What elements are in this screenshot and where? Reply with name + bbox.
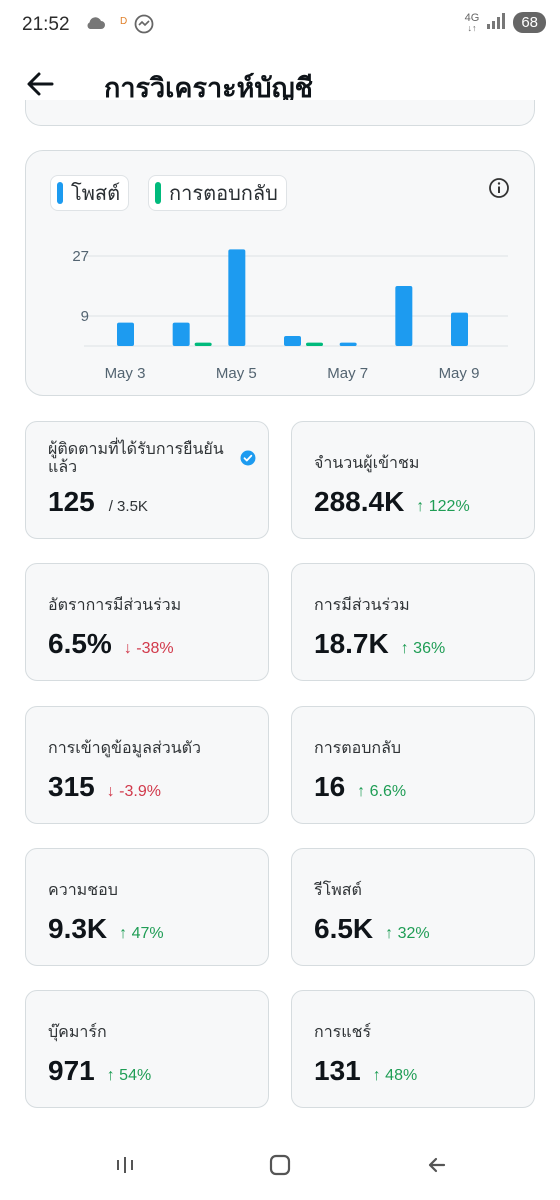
bar-chart: 9 27 May 3 May 5 May 7 May 9 xyxy=(72,248,508,382)
notification-app-icon: D xyxy=(120,16,128,27)
bar-posts xyxy=(451,312,468,346)
stat-value: 16 xyxy=(314,771,346,802)
stat-card-bookmarks[interactable]: บุ๊คมาร์ก 971 ↑ 54% xyxy=(25,990,269,1108)
stat-value: 9.3K xyxy=(48,913,108,944)
stat-card-likes[interactable]: ความชอบ 9.3K ↑ 47% xyxy=(25,848,269,966)
stat-total: / 3.5K xyxy=(108,498,148,515)
bar-replies xyxy=(194,342,212,346)
bar-posts xyxy=(284,336,301,346)
stat-label: ผู้ติดตามที่ได้รับการยืนยันแล้ว xyxy=(48,439,224,476)
stat-change: ↑ 54% xyxy=(106,1067,152,1084)
stat-change: ↑ 47% xyxy=(119,925,164,942)
stat-label: รีโพสต์ xyxy=(314,880,362,899)
stat-value: 18.7K xyxy=(314,628,389,659)
stat-label: การมีส่วนร่วม xyxy=(314,595,410,614)
stat-change: ↑ 6.6% xyxy=(357,783,407,800)
x-tick-label: May 7 xyxy=(327,365,368,382)
stat-value: 288.4K xyxy=(314,486,405,517)
status-time: 21:52 xyxy=(22,14,70,35)
x-tick-label: May 3 xyxy=(105,365,146,382)
stat-card-replies[interactable]: การตอบกลับ 16 ↑ 6.6% xyxy=(291,706,535,824)
stat-change: ↑ 122% xyxy=(416,498,470,515)
battery-indicator: 68 xyxy=(513,12,546,33)
stat-value-row: 16 ↑ 6.6% xyxy=(314,771,406,803)
stat-label: จำนวนผู้เข้าชม xyxy=(314,453,420,472)
system-nav-bar xyxy=(0,1130,560,1200)
stat-value-row: 125 / 3.5K xyxy=(48,486,148,518)
stat-card-engagements[interactable]: การมีส่วนร่วม 18.7K ↑ 36% xyxy=(291,563,535,681)
bar-posts xyxy=(172,322,190,346)
stat-value: 315 xyxy=(48,771,95,802)
stat-card-engagement-rate[interactable]: อัตราการมีส่วนร่วม 6.5% ↓ -38% xyxy=(25,563,269,681)
x-tick-label: May 9 xyxy=(439,365,480,382)
stat-value-row: 18.7K ↑ 36% xyxy=(314,628,445,660)
recent-apps-button[interactable] xyxy=(112,1152,138,1178)
stat-label: การตอบกลับ xyxy=(314,738,402,757)
bar-replies xyxy=(306,342,323,346)
arrow-left-icon xyxy=(27,72,54,96)
stat-change: ↑ 36% xyxy=(400,640,446,657)
stat-change: ↑ 48% xyxy=(372,1067,418,1084)
stat-value: 125 xyxy=(48,486,95,517)
stat-value-row: 9.3K ↑ 47% xyxy=(48,913,164,945)
stat-label: ความชอบ xyxy=(48,880,118,899)
home-button[interactable] xyxy=(267,1152,293,1178)
stat-change: ↓ -3.9% xyxy=(106,783,161,800)
stat-value-row: 6.5% ↓ -38% xyxy=(48,628,174,660)
stat-value: 6.5K xyxy=(314,913,374,944)
stat-value: 131 xyxy=(314,1055,361,1086)
stat-value: 6.5% xyxy=(48,628,112,659)
network-type: 4G xyxy=(464,11,480,24)
stat-label: บุ๊คมาร์ก xyxy=(48,1022,107,1041)
verified-badge-icon xyxy=(240,450,256,466)
bar-posts xyxy=(395,286,413,346)
status-bar: 21:52 D 4G ↓↑ 68 xyxy=(0,0,560,52)
previous-card-edge xyxy=(25,100,535,126)
network-indicator: 4G ↓↑ xyxy=(464,11,480,33)
stat-value-row: 288.4K ↑ 122% xyxy=(314,486,470,518)
stat-label: การแชร์ xyxy=(314,1022,372,1041)
back-icon xyxy=(428,1157,446,1173)
home-icon xyxy=(269,1154,291,1176)
x-tick-label: May 5 xyxy=(216,365,257,382)
recent-apps-icon xyxy=(117,1157,133,1173)
y-tick-label: 9 xyxy=(81,308,89,325)
stat-card-impressions[interactable]: จำนวนผู้เข้าชม 288.4K ↑ 122% xyxy=(291,421,535,539)
stat-card-shares[interactable]: การแชร์ 131 ↑ 48% xyxy=(291,990,535,1108)
stat-value-row: 971 ↑ 54% xyxy=(48,1055,151,1087)
stat-value: 971 xyxy=(48,1055,95,1086)
signal-icon xyxy=(487,12,506,33)
app-notification-icon xyxy=(134,14,154,38)
status-indicators: 4G ↓↑ 68 xyxy=(465,12,546,33)
cloud-icon xyxy=(84,14,106,34)
bar-posts xyxy=(228,249,246,346)
bar-posts xyxy=(117,322,134,346)
y-tick-label: 27 xyxy=(72,248,89,265)
bar-posts xyxy=(339,342,357,346)
stat-value-row: 131 ↑ 48% xyxy=(314,1055,417,1087)
stat-card-reposts[interactable]: รีโพสต์ 6.5K ↑ 32% xyxy=(291,848,535,966)
stat-label: การเข้าดูข้อมูลส่วนตัว xyxy=(48,738,202,757)
back-button[interactable] xyxy=(22,64,62,104)
stat-change: ↓ -38% xyxy=(123,640,174,657)
stat-value-row: 6.5K ↑ 32% xyxy=(314,913,430,945)
system-back-button[interactable] xyxy=(424,1152,450,1178)
stat-label: อัตราการมีส่วนร่วม xyxy=(48,595,182,614)
stat-value-row: 315 ↓ -3.9% xyxy=(48,771,161,803)
stat-card-verified-followers[interactable]: ผู้ติดตามที่ได้รับการยืนยันแล้ว 125 / 3.5K xyxy=(25,421,269,539)
stat-change: ↑ 32% xyxy=(385,925,430,942)
stat-card-profile-visits[interactable]: การเข้าดูข้อมูลส่วนตัว 315 ↓ -3.9% xyxy=(25,706,269,824)
chart-card: โพสต์ การตอบกลับ 9 27 May 3 May 5 May 7 May 9 xyxy=(25,150,535,396)
